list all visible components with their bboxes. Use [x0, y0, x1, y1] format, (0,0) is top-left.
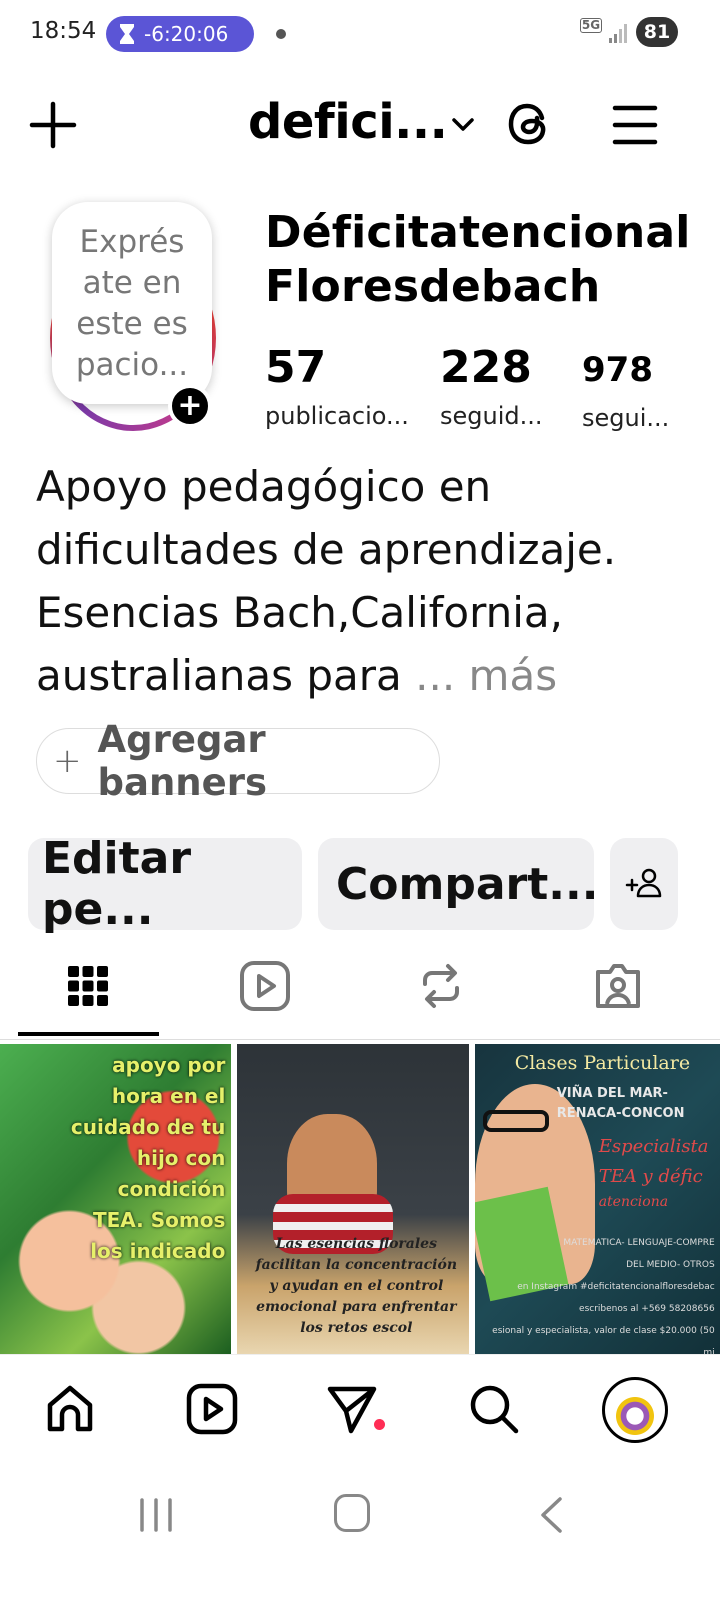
home-icon[interactable] — [42, 1381, 98, 1437]
menu-icon[interactable] — [610, 100, 660, 150]
threads-icon[interactable] — [504, 98, 556, 150]
glasses-image — [482, 1110, 549, 1132]
post-title: Clases Particulare — [514, 1052, 691, 1074]
search-icon[interactable] — [466, 1381, 522, 1437]
bottom-navigation — [0, 1354, 720, 1464]
active-tab-indicator — [18, 1032, 159, 1036]
post-thumbnail[interactable]: Las esencias florales facilitan la conce… — [237, 1044, 469, 1354]
timer-text: -6:20:06 — [144, 22, 229, 46]
post-overlay-text: Las esencias florales facilitan la conce… — [255, 1236, 458, 1336]
timer-pill: -6:20:06 — [106, 16, 254, 52]
profile-bio: Apoyo pedagógico en dificultades de apre… — [36, 462, 617, 700]
home-button-icon[interactable] — [334, 1494, 370, 1532]
discover-people-button[interactable] — [610, 838, 678, 930]
system-navigation — [0, 1464, 720, 1600]
status-bar: 18:54 -6:20:06 5G 81 — [0, 0, 720, 68]
grid-icon[interactable] — [60, 958, 116, 1014]
add-banners-button[interactable]: + Agregar banners — [36, 718, 440, 804]
share-profile-button[interactable]: Compart... — [318, 838, 598, 930]
post-details: MATEMATICA- LENGUAJE-COMPRE DEL MEDIO- O… — [492, 1238, 715, 1354]
notification-dot-icon — [276, 29, 286, 39]
profile-avatar-icon[interactable] — [602, 1377, 668, 1443]
reposts-icon[interactable] — [413, 958, 469, 1014]
network-5g-icon: 5G — [579, 18, 603, 33]
stat-followers[interactable]: 228 seguid... — [440, 342, 543, 432]
reels-icon[interactable] — [237, 958, 293, 1014]
recent-apps-icon[interactable] — [138, 1498, 174, 1532]
profile-display-name: Déficitatencional Floresdebach — [265, 207, 691, 312]
signal-icon — [609, 24, 627, 43]
stat-following[interactable]: 978 segui... — [582, 342, 669, 434]
add-person-icon — [625, 868, 662, 898]
add-story-plus-icon[interactable]: + — [168, 384, 212, 428]
hourglass-icon — [120, 24, 134, 44]
chevron-down-icon[interactable] — [448, 112, 478, 138]
back-icon[interactable] — [538, 1496, 564, 1534]
post-subtitle: VIÑA DEL MAR- RENACA-CONCON — [556, 1086, 685, 1121]
bio-more-link[interactable]: ... más — [415, 651, 557, 700]
profile-tabs — [0, 950, 720, 1040]
stat-posts[interactable]: 57 publicacio... — [265, 342, 409, 432]
post-thumbnail[interactable]: Clases Particulare VIÑA DEL MAR- RENACA-C… — [474, 1044, 720, 1354]
battery-icon: 81 — [636, 17, 678, 47]
plus-icon: + — [53, 741, 82, 781]
create-plus-icon[interactable] — [28, 100, 78, 150]
message-notification-dot — [374, 1419, 385, 1430]
posts-grid: apoyo por hora en el cuidado de tu hijo … — [0, 1044, 720, 1354]
note-bubble[interactable]: Exprés ate en este es pacio... — [52, 202, 212, 404]
post-thumbnail[interactable]: apoyo por hora en el cuidado de tu hijo … — [0, 1044, 232, 1354]
reels-icon[interactable] — [184, 1381, 240, 1437]
edit-profile-button[interactable]: Editar pe... — [28, 833, 302, 935]
post-specialty: Especialista TEA y défic atenciona — [598, 1136, 709, 1210]
clock: 18:54 — [30, 18, 97, 44]
direct-messages-icon[interactable] — [324, 1381, 380, 1437]
tagged-icon[interactable] — [590, 958, 646, 1014]
post-overlay-text: apoyo por hora en el cuidado de tu hijo … — [70, 1053, 226, 1263]
username-title[interactable]: defici... — [248, 94, 448, 150]
